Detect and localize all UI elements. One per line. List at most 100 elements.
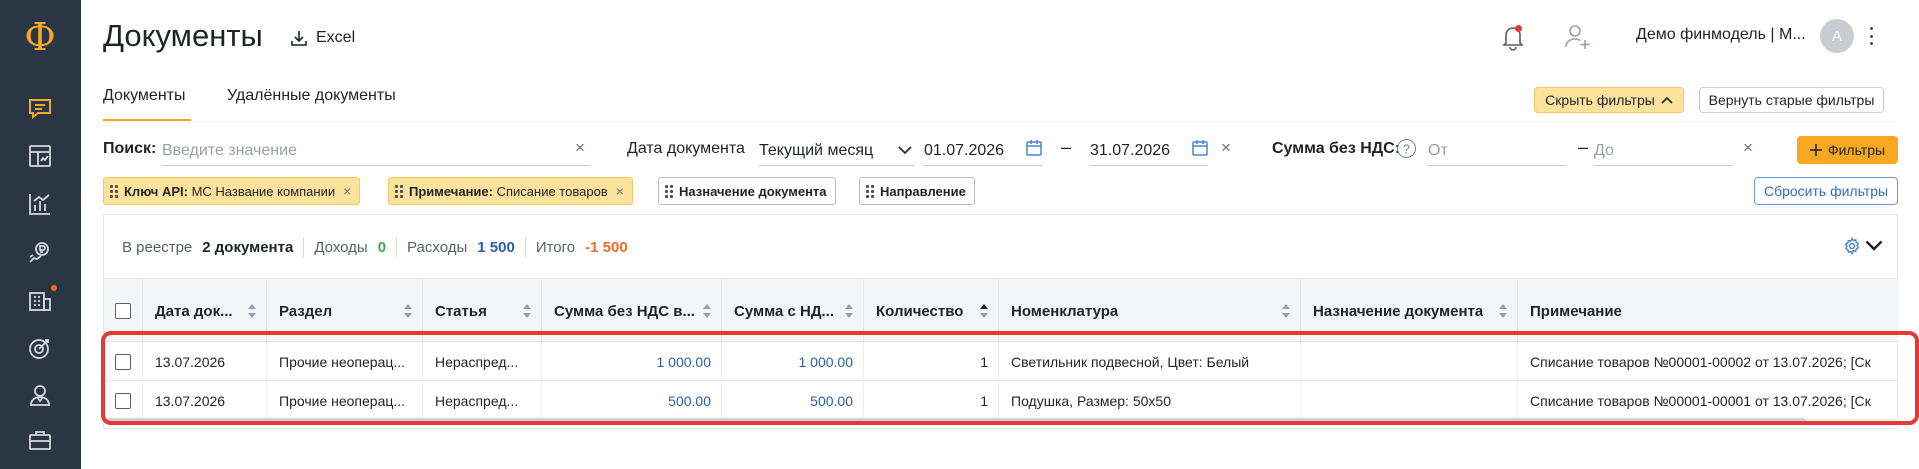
- column-section[interactable]: Раздел: [267, 279, 423, 343]
- hide-filters-label: Скрыть фильтры: [1545, 92, 1655, 108]
- chat-icon[interactable]: [25, 94, 55, 124]
- chip-key: Примечание:: [409, 183, 493, 199]
- drag-handle-icon[interactable]: [866, 184, 874, 198]
- chip-key: Назначение документа: [679, 183, 827, 199]
- chip-remove-icon[interactable]: ×: [343, 183, 351, 199]
- calendar-icon[interactable]: [1191, 139, 1209, 157]
- row-checkbox[interactable]: [115, 392, 131, 409]
- excel-export-button[interactable]: Excel: [290, 28, 355, 48]
- old-filters-button[interactable]: Вернуть старые фильтры: [1699, 87, 1884, 113]
- sort-icon[interactable]: [1282, 304, 1290, 318]
- cell-nomenclature: Подушка, Размер: 50x50: [999, 381, 1301, 420]
- drag-handle-icon[interactable]: [665, 184, 673, 198]
- cell-sum-vat[interactable]: 1 000.00: [722, 342, 864, 381]
- payments-icon[interactable]: [25, 238, 55, 268]
- sort-icon[interactable]: [523, 304, 531, 318]
- expense-label: Расходы: [407, 238, 468, 256]
- hide-filters-button[interactable]: Скрыть фильтры: [1534, 87, 1684, 113]
- briefcase-icon[interactable]: [25, 425, 55, 455]
- tab-documents[interactable]: Документы: [103, 87, 185, 105]
- dashboard-icon[interactable]: [25, 141, 55, 171]
- reset-filters-button[interactable]: Сбросить фильтры: [1754, 177, 1898, 205]
- logo[interactable]: Ф: [20, 15, 60, 59]
- registry-count: 2 документа: [202, 238, 294, 256]
- table-settings-button[interactable]: [1843, 235, 1883, 257]
- date-period-select[interactable]: Текущий месяц: [759, 136, 914, 166]
- clear-search-icon[interactable]: ×: [575, 138, 585, 158]
- clear-sum-icon[interactable]: ×: [1743, 138, 1753, 158]
- avatar[interactable]: А: [1820, 19, 1854, 53]
- sort-icon[interactable]: [248, 304, 256, 318]
- sort-icon[interactable]: [980, 304, 988, 318]
- cell-note: Списание товаров №00001-00001 от 13.07.2…: [1530, 392, 1871, 409]
- column-date[interactable]: Дата док...: [143, 279, 267, 343]
- cell-date: 13.07.2026: [143, 381, 267, 420]
- date-label: Дата документа: [627, 140, 745, 157]
- cell-article: Нераспред...: [423, 381, 542, 420]
- column-document-purpose[interactable]: Назначение документа: [1301, 279, 1518, 343]
- sum-from-input[interactable]: От: [1428, 136, 1566, 166]
- gear-icon: [1844, 237, 1860, 255]
- search-input[interactable]: Введите значение: [162, 136, 590, 166]
- chart-icon[interactable]: [25, 189, 55, 219]
- filters-label: Фильтры: [1827, 142, 1886, 158]
- drag-handle-icon[interactable]: [110, 184, 118, 198]
- users-icon[interactable]: [25, 380, 55, 410]
- target-icon[interactable]: [25, 333, 55, 363]
- cell-section: Прочие неоперац...: [267, 342, 423, 381]
- column-quantity[interactable]: Количество: [864, 279, 999, 343]
- cell-quantity: 1: [864, 342, 999, 381]
- chip-note[interactable]: Примечание: Списание товаров ×: [388, 177, 633, 205]
- app-root: Ф Документы Excel Демо финмодель | М... …: [0, 0, 1919, 469]
- sort-icon[interactable]: [845, 304, 853, 318]
- column-article[interactable]: Статья: [423, 279, 542, 343]
- sort-icon[interactable]: [703, 304, 711, 318]
- row-checkbox[interactable]: [115, 353, 131, 370]
- more-menu-icon[interactable]: [1866, 24, 1876, 48]
- calendar-icon[interactable]: [1025, 139, 1043, 157]
- cell-sum-vat[interactable]: 500.00: [722, 381, 864, 420]
- add-user-icon[interactable]: [1563, 22, 1593, 52]
- building-icon[interactable]: [25, 285, 57, 315]
- horizontal-scrollbar[interactable]: [106, 418, 1806, 424]
- column-nomenclature[interactable]: Номенклатура: [999, 279, 1301, 343]
- sort-icon[interactable]: [404, 304, 412, 318]
- column-sum-no-vat[interactable]: Сумма без НДС в...: [542, 279, 722, 343]
- table-row[interactable]: 13.07.2026 Прочие неоперац... Нераспред.…: [104, 342, 1898, 381]
- cell-sum-no-vat[interactable]: 500.00: [542, 381, 722, 420]
- column-note[interactable]: Примечание: [1518, 279, 1898, 343]
- sum-to-placeholder: До: [1594, 141, 1614, 159]
- select-all-checkbox[interactable]: [115, 303, 131, 319]
- sum-to-input[interactable]: До: [1594, 136, 1732, 166]
- chevron-up-icon: [1661, 96, 1673, 104]
- chip-value: Списание товаров: [496, 183, 608, 199]
- cell-nomenclature: Светильник подвесной, Цвет: Белый: [999, 342, 1301, 381]
- search-label: Поиск:: [103, 140, 157, 157]
- help-icon[interactable]: ?: [1397, 139, 1416, 158]
- expense-value: 1 500: [477, 238, 515, 256]
- cell-sum-no-vat[interactable]: 1 000.00: [542, 342, 722, 381]
- bell-badge: [1515, 25, 1522, 32]
- sum-label: Сумма без НДС:: [1272, 140, 1401, 157]
- workspace-selector[interactable]: Демо финмодель | М...: [1636, 26, 1808, 44]
- chip-document-purpose[interactable]: Назначение документа: [658, 177, 836, 205]
- filters-button[interactable]: Фильтры: [1797, 136, 1898, 164]
- cell-quantity: 1: [864, 381, 999, 420]
- clear-date-icon[interactable]: ×: [1221, 138, 1231, 158]
- tabs-divider: [103, 121, 1898, 122]
- search-placeholder: Введите значение: [162, 141, 297, 159]
- bell-icon[interactable]: [1498, 22, 1528, 52]
- chip-api-key[interactable]: Ключ API: МС Название компании ×: [103, 177, 361, 205]
- chip-remove-icon[interactable]: ×: [616, 183, 624, 199]
- chip-key: Ключ API:: [124, 183, 188, 199]
- drag-handle-icon[interactable]: [395, 184, 403, 198]
- income-label: Доходы: [314, 238, 368, 256]
- column-sum-vat[interactable]: Сумма с НД...: [722, 279, 864, 343]
- tab-deleted-documents[interactable]: Удалённые документы: [227, 87, 396, 105]
- registry-label: В реестре: [122, 238, 193, 256]
- cell-note: Списание товаров №00001-00002 от 13.07.2…: [1530, 353, 1871, 370]
- registry-summary: В реестре 2 документа Доходы 0 Расходы 1…: [122, 237, 628, 257]
- sort-icon[interactable]: [1499, 304, 1507, 318]
- chip-direction[interactable]: Направление: [859, 177, 975, 205]
- table-row[interactable]: 13.07.2026 Прочие неоперац... Нераспред.…: [104, 381, 1898, 420]
